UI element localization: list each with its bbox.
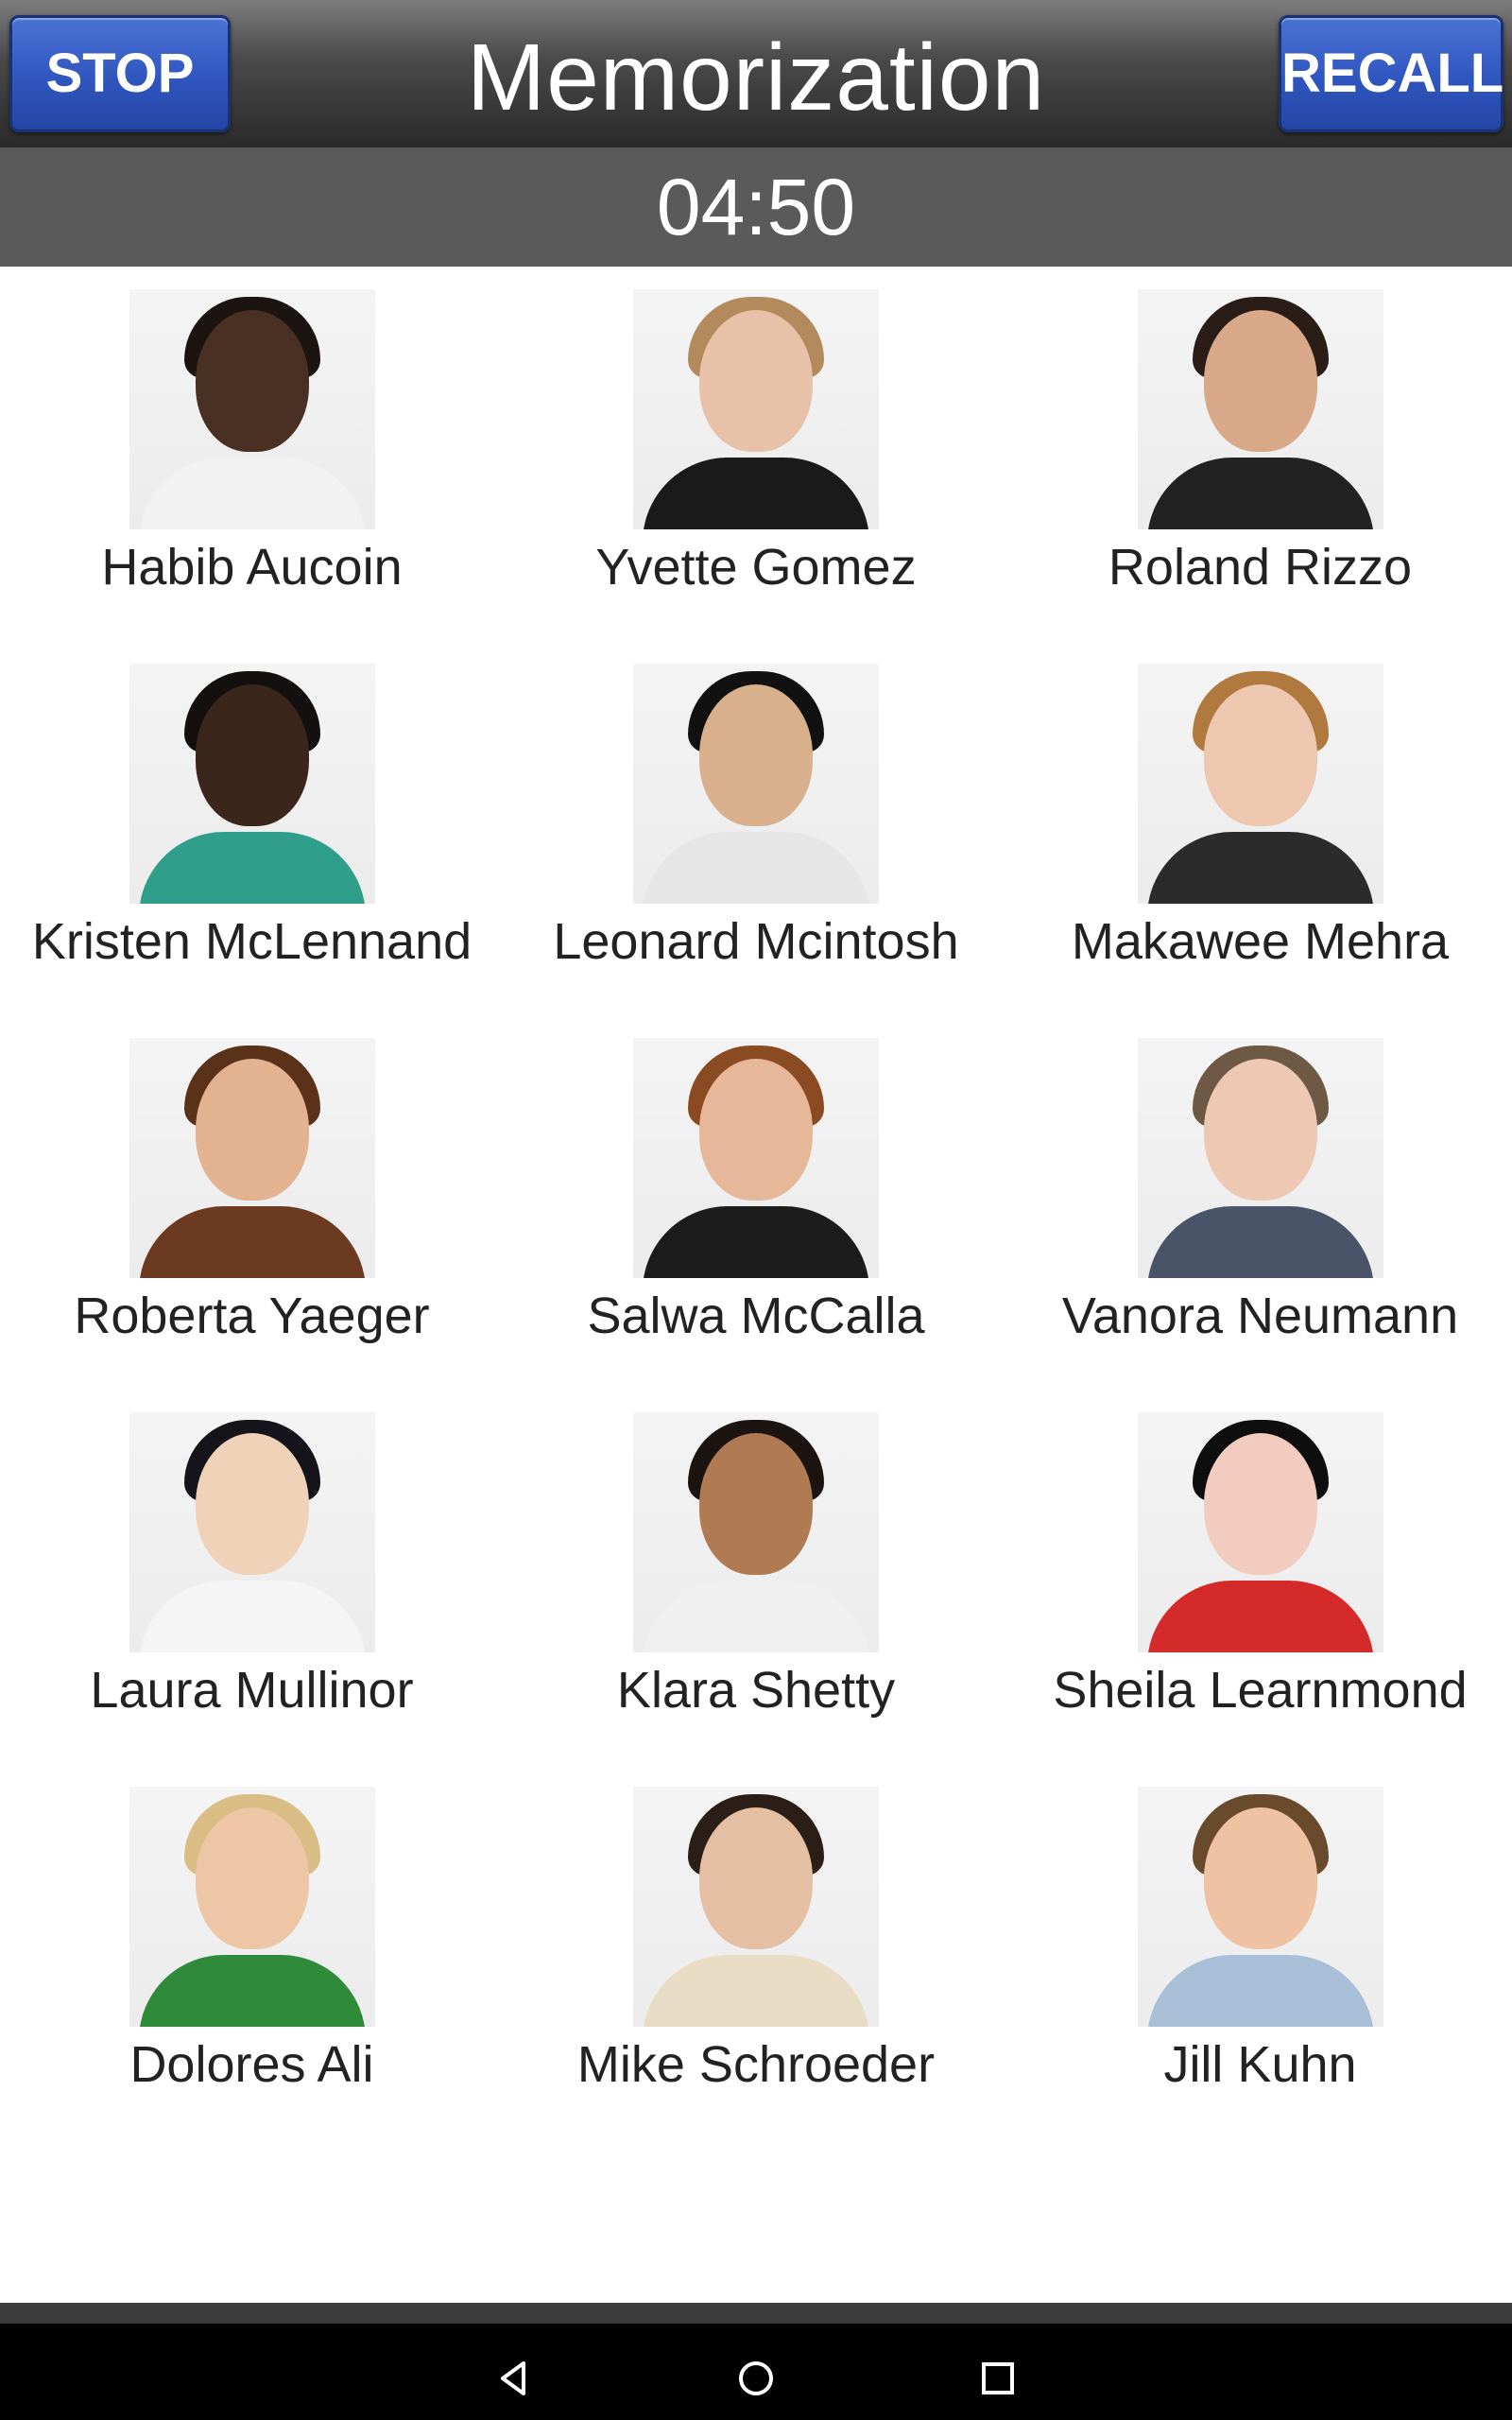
person-name: Makawee Mehra [1071,913,1450,970]
person-name: Sheila Learnmond [1053,1662,1468,1719]
photo-face [1203,1059,1317,1201]
person-photo [1137,1787,1383,2027]
person-card: Yvette Gomez [504,267,1008,641]
photo-shoulders [1146,1206,1374,1278]
person-card: Laura Mullinor [0,1390,504,1764]
photo-shoulders [1146,1955,1374,2027]
person-photo [1137,1038,1383,1278]
person-photo [129,1038,375,1278]
person-name: Klara Shetty [616,1662,896,1719]
photo-shoulders [1146,458,1374,529]
photo-face [699,1059,813,1201]
person-card: Jill Kuhn [1008,1764,1512,2138]
person-name: Mike Schroeder [576,2036,936,2093]
person-card: Roland Rizzo [1008,267,1512,641]
person-photo [129,664,375,904]
person-photo [633,1412,879,1652]
photo-shoulders [643,1581,869,1652]
photo-shoulders [138,1206,366,1278]
person-name: Yvette Gomez [595,539,917,596]
person-card: Kristen McLennand [0,641,504,1015]
home-icon[interactable] [733,2356,779,2401]
photo-shoulders [643,1955,869,2027]
person-card: Dolores Ali [0,1764,504,2138]
person-name: Jill Kuhn [1163,2036,1357,2093]
photo-shoulders [643,832,869,904]
person-card: Roberta Yaeger [0,1015,504,1390]
person-name: Habib Aucoin [101,539,403,596]
person-name: Kristen McLennand [31,913,472,970]
recall-button[interactable]: RECALL [1279,15,1503,132]
person-name: Vanora Neumann [1061,1288,1459,1344]
person-photo [1137,289,1383,529]
photo-shoulders [643,1206,869,1278]
person-name: Laura Mullinor [90,1662,414,1719]
person-card: Vanora Neumann [1008,1015,1512,1390]
person-name: Leonard Mcintosh [553,913,959,970]
back-icon[interactable] [491,2356,537,2401]
system-nav-bar [0,2303,1512,2420]
photo-face [1203,1807,1317,1949]
person-name: Roland Rizzo [1108,539,1413,596]
photo-face [1203,310,1317,452]
photo-face [1203,684,1317,826]
person-photo [129,1787,375,2027]
person-photo [129,289,375,529]
photo-shoulders [138,1955,366,2027]
photo-face [195,1059,309,1201]
photo-face [195,1433,309,1575]
photo-face [1203,1433,1317,1575]
person-name: Dolores Ali [129,2036,374,2093]
photo-face [699,684,813,826]
person-photo [633,1038,879,1278]
person-photo [633,289,879,529]
top-bar: STOP Memorization RECALL [0,0,1512,149]
person-card: Salwa McCalla [504,1015,1008,1390]
photo-face [699,1433,813,1575]
photo-face [699,1807,813,1949]
photo-shoulders [138,458,366,529]
person-photo [1137,664,1383,904]
person-card: Klara Shetty [504,1390,1008,1764]
person-photo [633,1787,879,2027]
people-grid: Habib Aucoin Yvette Gomez Roland Rizzo Kris… [0,267,1512,2138]
person-card: Leonard Mcintosh [504,641,1008,1015]
photo-shoulders [138,1581,366,1652]
photo-face [195,1807,309,1949]
photo-shoulders [1146,1581,1374,1652]
countdown-timer: 04:50 [656,163,856,251]
recents-icon[interactable] [975,2356,1021,2401]
photo-face [699,310,813,452]
person-card: Habib Aucoin [0,267,504,641]
person-card: Makawee Mehra [1008,641,1512,1015]
person-photo [129,1412,375,1652]
person-photo [633,664,879,904]
photo-shoulders [643,458,869,529]
person-card: Sheila Learnmond [1008,1390,1512,1764]
photo-face [195,684,309,826]
person-photo [1137,1412,1383,1652]
photo-face [195,310,309,452]
photo-shoulders [138,832,366,904]
person-name: Roberta Yaeger [74,1288,430,1344]
person-name: Salwa McCalla [587,1288,925,1344]
photo-shoulders [1146,832,1374,904]
timer-bar: 04:50 [0,147,1512,267]
person-card: Mike Schroeder [504,1764,1008,2138]
